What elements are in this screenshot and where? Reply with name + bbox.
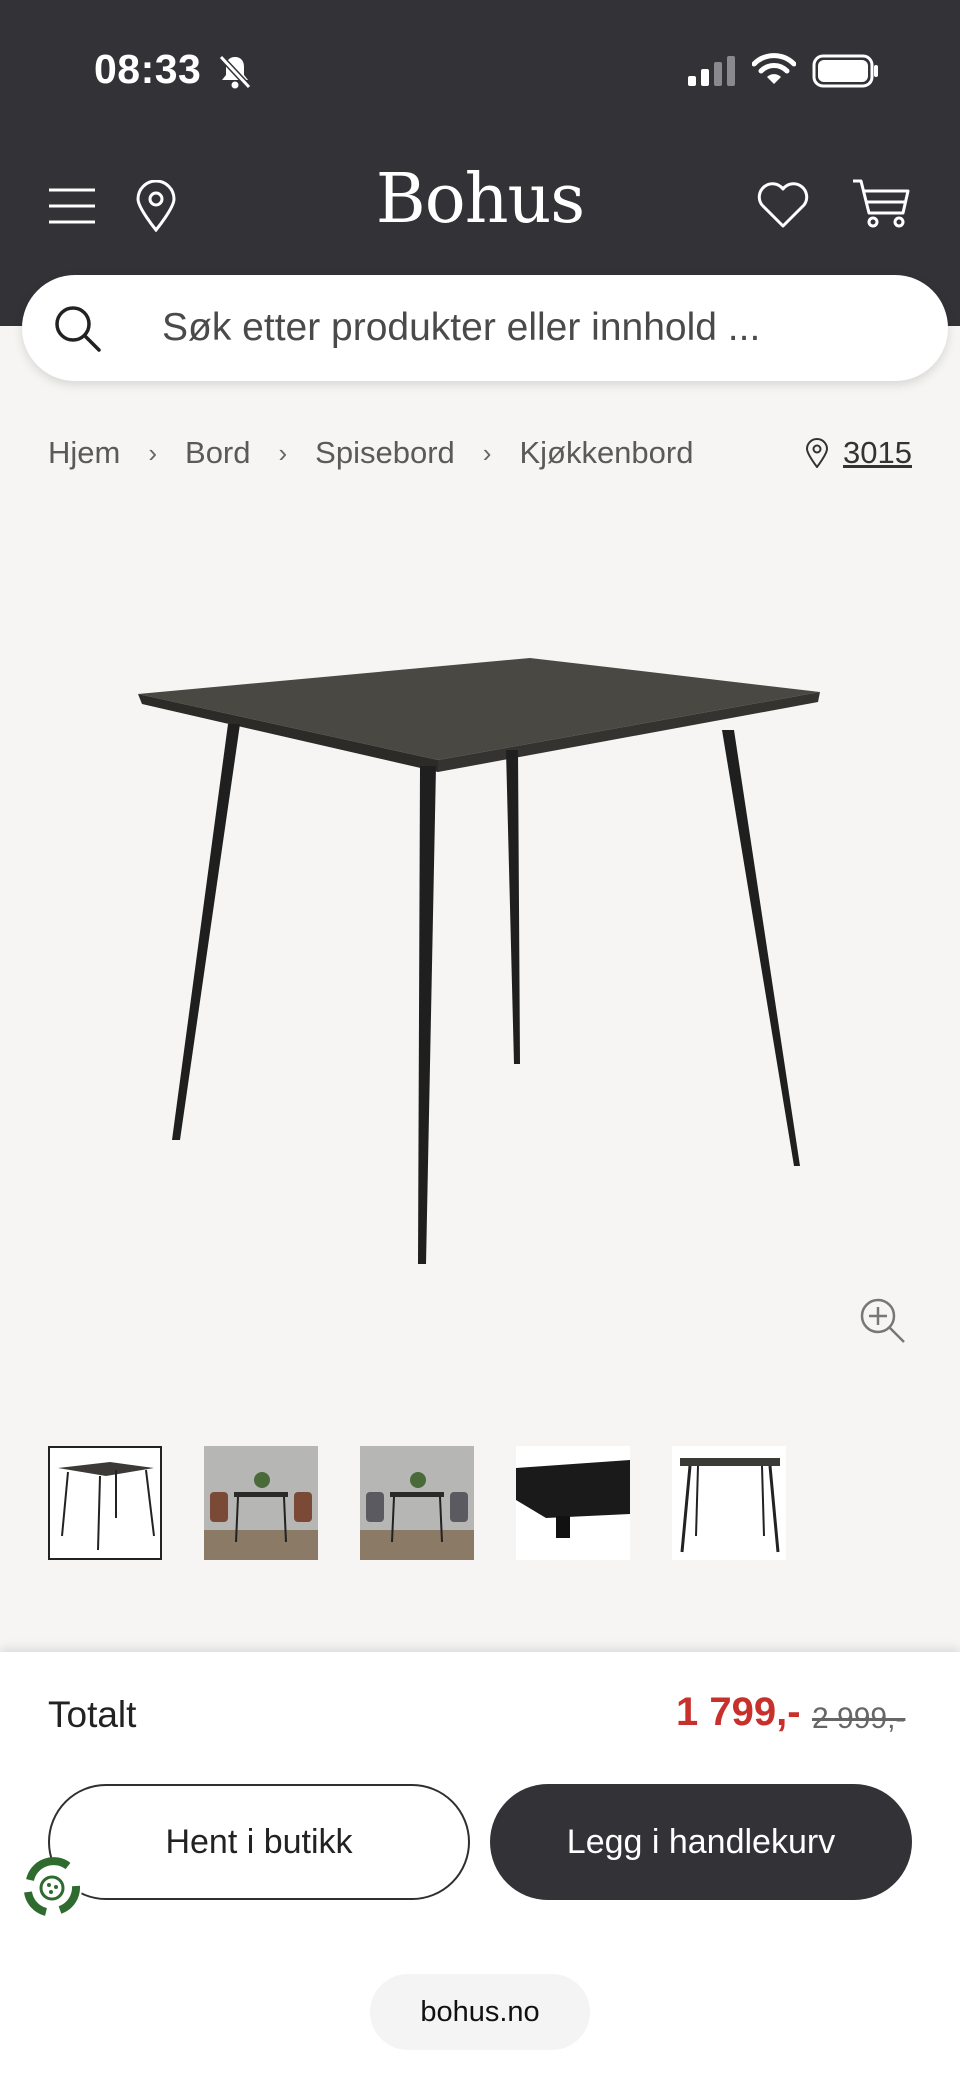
store-postcode[interactable]: 3015 [843, 435, 912, 471]
browser-url[interactable]: bohus.no [370, 1974, 590, 2050]
product-image[interactable] [120, 640, 840, 1280]
heart-icon [757, 182, 809, 228]
location-icon [806, 438, 829, 468]
thumbnail-4[interactable] [516, 1446, 630, 1560]
thumbnail-3[interactable] [360, 1446, 474, 1560]
cart-button[interactable] [848, 172, 914, 234]
thumbnail-2[interactable] [204, 1446, 318, 1560]
add-to-cart-button[interactable]: Legg i handlekurv [490, 1784, 912, 1900]
breadcrumb-item-kjokkenbord[interactable]: Kjøkkenbord [519, 435, 693, 471]
breadcrumb-item-home[interactable]: Hjem [48, 435, 120, 471]
search-icon [55, 306, 101, 352]
store-locator-button[interactable] [128, 176, 184, 236]
recycle-icon[interactable] [16, 1852, 88, 1924]
original-price: 2 999,- [812, 1702, 906, 1735]
search-bar[interactable] [22, 275, 948, 381]
chevron-right-icon: › [278, 437, 288, 468]
thumbnail-strip [48, 1446, 828, 1560]
total-label: Totalt [48, 1694, 137, 1735]
chevron-right-icon: › [148, 437, 158, 468]
bell-muted-icon [218, 54, 252, 90]
chevron-right-icon: › [482, 437, 492, 468]
status-time: 08:33 [94, 46, 202, 92]
thumbnail-1[interactable] [48, 1446, 162, 1560]
store-location-link[interactable]: 3015 [805, 428, 912, 478]
signal-icon [688, 56, 735, 86]
battery-icon [812, 54, 878, 88]
location-icon [136, 180, 176, 232]
wishlist-button[interactable] [752, 174, 814, 236]
breadcrumb-item-spisebord[interactable]: Spisebord [315, 435, 455, 471]
zoom-in-icon[interactable] [858, 1296, 906, 1344]
brand-logo[interactable]: Bohus [330, 160, 630, 239]
breadcrumb-item-bord[interactable]: Bord [185, 435, 250, 471]
cart-icon [853, 179, 910, 228]
thumbnail-5[interactable] [672, 1446, 786, 1560]
menu-icon [49, 188, 95, 224]
breadcrumb: Hjem › Bord › Spisebord › Kjøkkenbord [48, 428, 693, 478]
menu-button[interactable] [42, 178, 102, 234]
search-input[interactable] [160, 305, 864, 351]
pickup-in-store-button[interactable]: Hent i butikk [48, 1784, 470, 1900]
current-price: 1 799,- [676, 1690, 801, 1734]
wifi-icon [752, 53, 796, 84]
